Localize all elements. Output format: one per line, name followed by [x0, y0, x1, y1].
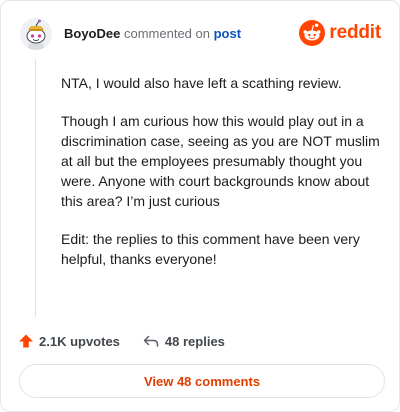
comment-actions: 2.1K upvotes 48 replies: [18, 331, 225, 351]
reply-arrow-icon: [143, 335, 159, 347]
comment-paragraph: Edit: the replies to this comment have b…: [61, 231, 360, 267]
replies-button[interactable]: 48 replies: [142, 333, 225, 349]
reddit-logo-icon: [299, 20, 326, 46]
reddit-wordmark: reddit: [329, 22, 381, 43]
comment-author-link[interactable]: BoyoDee: [64, 26, 120, 41]
view-comments-button[interactable]: View 48 comments: [19, 364, 385, 398]
reply-count: 48 replies: [164, 333, 225, 349]
comment-header: BoyoDee commented on post reddit: [20, 18, 381, 50]
comment-body: NTA, I would also have left a scathing r…: [61, 73, 381, 287]
upvote-button[interactable]: 2.1K upvotes: [18, 333, 120, 349]
post-link[interactable]: post: [214, 26, 241, 41]
comment-paragraph: Though I am curious how this would play …: [61, 113, 380, 209]
user-avatar[interactable]: [20, 18, 52, 50]
upvote-arrow-icon: [19, 334, 33, 348]
embedded-comment-card: BoyoDee commented on post reddit NTA, I …: [0, 0, 400, 412]
comment-byline: BoyoDee commented on post: [64, 26, 241, 42]
thread-line: [35, 59, 36, 317]
upvote-count: 2.1K upvotes: [39, 333, 120, 349]
byline-action-text: commented on: [123, 26, 210, 41]
snoo-avatar-icon: [20, 18, 52, 50]
reddit-brand-logo[interactable]: reddit: [299, 20, 381, 46]
comment-paragraph: NTA, I would also have left a scathing r…: [61, 75, 342, 91]
